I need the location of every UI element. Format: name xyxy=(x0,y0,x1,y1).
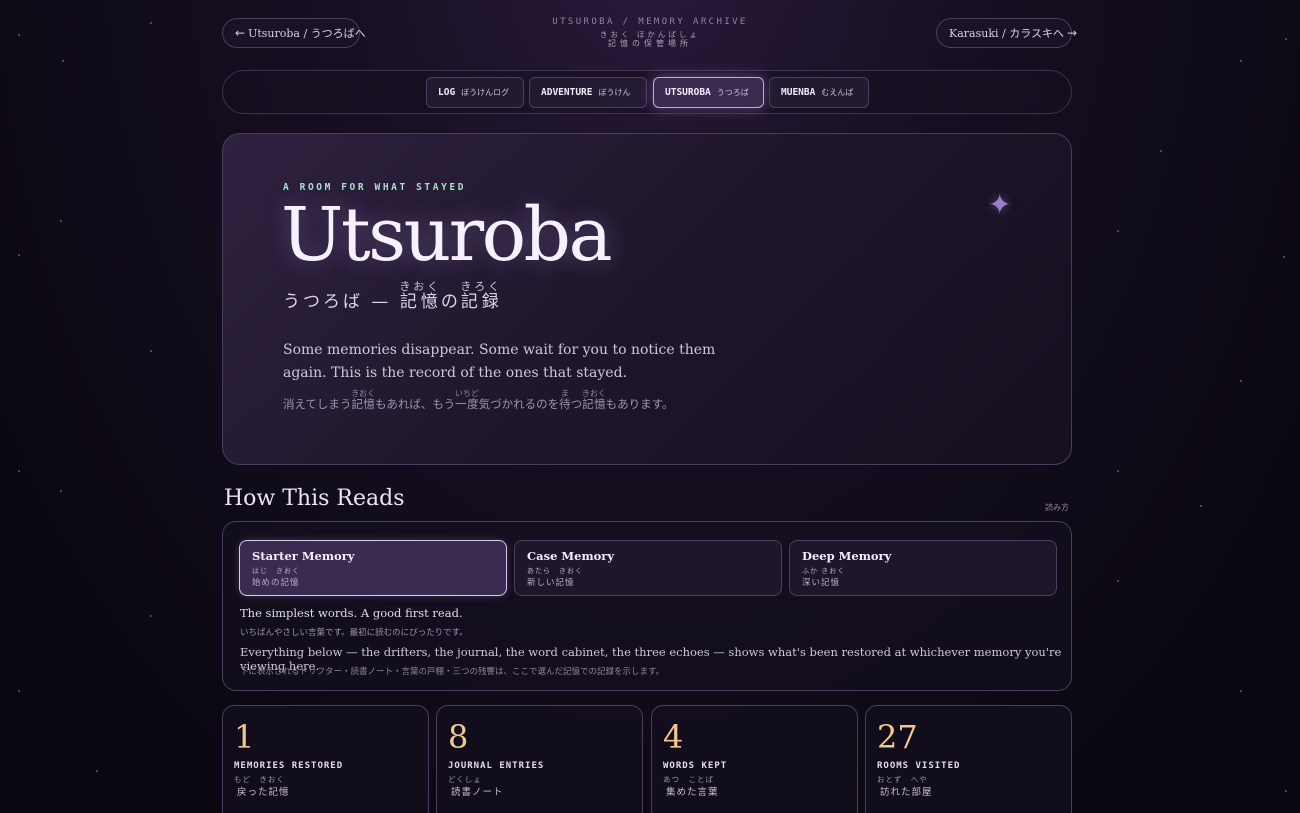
stat-label: WORDS KEPT xyxy=(663,761,728,771)
subtitle-word-record: 記録 xyxy=(460,292,503,312)
stat-rooms-visited: 27 ROOMS VISITED おとず へや 訪れた部屋 xyxy=(865,705,1072,813)
arrow-right-icon: → xyxy=(1066,26,1078,40)
desc-jp-ruby1: きおく xyxy=(351,389,376,398)
tab-utsuroba-jp: うつろば xyxy=(716,88,749,97)
reading-mode-panel: Starter Memory はじ きおく 始めの記憶 Case Memory … xyxy=(222,521,1072,691)
main-nav: LOG ぼうけんログ ADVENTURE ぼうけん UTSUROBA うつろば … xyxy=(222,70,1072,114)
mode-ruby: ふか きおく xyxy=(802,567,846,575)
mode-starter-memory[interactable]: Starter Memory はじ きおく 始めの記憶 xyxy=(239,540,507,596)
subtitle-word-memory: 記憶 xyxy=(399,292,442,312)
tab-muenba-jp: むえんば xyxy=(821,88,854,97)
stat-value: 4 xyxy=(663,718,684,756)
stat-jp: 読書ノート xyxy=(451,787,504,798)
mode-case-memory[interactable]: Case Memory あたら きおく 新しい記憶 xyxy=(514,540,782,596)
archive-title: UTSUROBA / MEMORY ARCHIVE xyxy=(552,17,748,27)
desc-jp-part3: 気づかれるのを xyxy=(478,397,560,411)
stat-jp: 戻った記憶 xyxy=(237,787,290,798)
mode-name: Deep Memory xyxy=(802,549,892,563)
stat-memories-restored: 1 MEMORIES RESTORED もど きおく 戻った記憶 xyxy=(222,705,429,813)
stat-label: ROOMS VISITED xyxy=(877,761,961,771)
mode-description: The simplest words. A good first read. xyxy=(240,606,463,620)
section-title-how-this-reads: How This Reads xyxy=(224,486,405,511)
desc-jp-part1: 消えてしまう xyxy=(283,397,352,411)
tab-utsuroba-label: UTSUROBA xyxy=(665,87,711,98)
stat-jp: 訪れた部屋 xyxy=(880,787,933,798)
archive-ruby: きおく ほかんばしょ xyxy=(600,29,700,39)
tab-log-label: LOG xyxy=(438,87,456,98)
stat-label: JOURNAL ENTRIES xyxy=(448,761,545,771)
mode-description-jp: いちばんやさしい言葉です。最初に読むのにぴったりです。 xyxy=(240,628,468,638)
stat-value: 8 xyxy=(448,718,469,756)
desc-jp-word1: 記憶 xyxy=(351,397,376,411)
mode-ruby: はじ きおく xyxy=(252,567,300,575)
desc-jp-part4: つ xyxy=(570,397,583,411)
hero-description: Some memories disappear. Some wait for y… xyxy=(283,342,716,381)
mode-explanation-jp: 下に表示されるドリフター・読書ノート・言葉の戸棚・三つの残響は、ここで選んだ記憶… xyxy=(240,667,665,677)
subtitle-ruby-record: きろく xyxy=(460,280,503,293)
desc-jp-ruby4: きおく xyxy=(581,389,606,398)
tab-adventure-label: ADVENTURE xyxy=(541,87,593,98)
stat-journal-entries: 8 JOURNAL ENTRIES どくしょ 読書ノート xyxy=(436,705,643,813)
stat-words-kept: 4 WORDS KEPT あつ ことば 集めた言葉 xyxy=(651,705,858,813)
forward-button-label: Karasuki / カラスキへ xyxy=(949,27,1064,40)
mode-name: Starter Memory xyxy=(252,549,355,563)
subtitle-ruby-memory: きおく xyxy=(399,280,442,293)
mode-jp: 深い記憶 xyxy=(802,578,841,588)
tab-muenba[interactable]: MUENBA むえんば xyxy=(769,77,869,108)
tab-adventure-jp: ぼうけん xyxy=(598,88,631,97)
stat-value: 27 xyxy=(877,718,918,756)
hero-card: A ROOM FOR WHAT STAYED Utsuroba うつろば — 記… xyxy=(222,133,1072,465)
mode-ruby: あたら きおく xyxy=(527,567,583,575)
archive-jp-title: 記憶の保管場所 xyxy=(608,39,692,49)
sparkle-icon: ✦ xyxy=(988,188,1012,221)
stat-jp: 集めた言葉 xyxy=(666,787,719,798)
desc-jp-ruby2: いちど xyxy=(454,389,479,398)
desc-jp-part5: もあります。 xyxy=(605,397,674,411)
section-title-jp: 読み方 xyxy=(1045,503,1069,512)
mode-jp: 新しい記憶 xyxy=(527,578,575,588)
mode-jp: 始めの記憶 xyxy=(252,578,300,588)
tab-log-jp: ぼうけんログ xyxy=(461,88,510,97)
subtitle-prefix: うつろば — xyxy=(283,292,400,312)
hero-subtitle: うつろば — 記憶きおくの記録きろく xyxy=(283,280,502,312)
tab-adventure[interactable]: ADVENTURE ぼうけん xyxy=(529,77,647,108)
tab-muenba-label: MUENBA xyxy=(781,87,816,98)
forward-to-karasuki-button[interactable]: Karasuki / カラスキへ → xyxy=(936,18,1077,48)
desc-jp-part2: もあれば、もう xyxy=(374,397,456,411)
desc-jp-ruby3: ま xyxy=(559,389,571,398)
desc-jp-word2: 一度 xyxy=(454,397,479,411)
mode-name: Case Memory xyxy=(527,549,615,563)
stat-value: 1 xyxy=(234,718,255,756)
tab-log[interactable]: LOG ぼうけんログ xyxy=(426,77,524,108)
desc-jp-word3: 待 xyxy=(559,397,571,411)
mode-deep-memory[interactable]: Deep Memory ふか きおく 深い記憶 xyxy=(789,540,1057,596)
desc-jp-word4: 記憶 xyxy=(581,397,606,411)
stat-label: MEMORIES RESTORED xyxy=(234,761,344,771)
page-title: Utsuroba xyxy=(281,192,613,278)
tab-utsuroba[interactable]: UTSUROBA うつろば xyxy=(653,77,764,108)
archive-header: UTSUROBA / MEMORY ARCHIVE きおく ほかんばしょ 記憶の… xyxy=(0,17,1300,49)
hero-description-jp: 消えてしまう記憶きおくもあれば、もう一度いちど気づかれるのを待まつ記憶きおくもあ… xyxy=(283,389,673,412)
subtitle-particle: の xyxy=(440,292,461,312)
